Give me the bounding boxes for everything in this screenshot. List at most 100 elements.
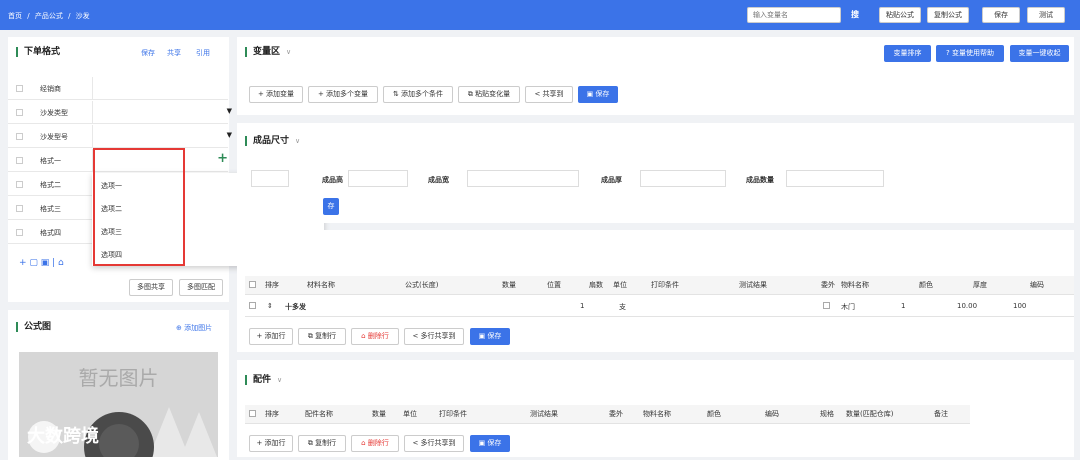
- thickness-cell[interactable]: 10.00: [957, 302, 977, 310]
- test-button[interactable]: 测试: [1027, 7, 1065, 23]
- breadcrumb-formula[interactable]: 产品公式: [35, 12, 63, 20]
- parts-save-button[interactable]: ▣ 保存: [470, 435, 510, 452]
- height-input[interactable]: [348, 170, 408, 187]
- row-checkbox[interactable]: [16, 133, 23, 140]
- format-row: 经销商: [8, 77, 228, 100]
- caret-down-icon: ▼: [226, 107, 232, 115]
- multi-row-share-label: 多行共享到: [420, 439, 456, 447]
- variable-area-title: 变量区 ∨: [245, 47, 291, 57]
- picture-placeholder: 暂无图片 大数跨境: [19, 352, 218, 457]
- share-to-label: 共享到: [542, 90, 564, 98]
- copy-row-button[interactable]: ⧉ 复制行: [298, 435, 346, 452]
- condition-icon: ⇅: [392, 90, 402, 98]
- format-row-label: 格式一: [40, 157, 61, 165]
- highlight-box: [93, 148, 185, 266]
- delete-row-button[interactable]: ⌂ 删除行: [351, 328, 399, 345]
- item-name-cell[interactable]: 木门: [841, 302, 855, 312]
- width-input[interactable]: [467, 170, 579, 187]
- format-tool-icons[interactable]: + ▢ ▣ | ⌂: [19, 258, 64, 268]
- order-format-save-link[interactable]: 保存: [141, 48, 155, 58]
- variable-sort-button[interactable]: 变量排序: [884, 45, 931, 62]
- variable-help-button[interactable]: ? 变量使用帮助: [936, 45, 1004, 62]
- row-checkbox[interactable]: [16, 85, 23, 92]
- material-name-cell[interactable]: 十多发: [285, 302, 306, 312]
- row-checkbox[interactable]: [16, 157, 23, 164]
- order-format-title: 下单格式: [16, 47, 60, 57]
- paste-variable-button[interactable]: ⧉ 粘贴变化量: [458, 86, 520, 103]
- top-bar: 首页 / 产品公式 / 沙发 搜 粘贴公式 复制公式 保存 测试: [0, 0, 1080, 30]
- thickness-input[interactable]: [640, 170, 726, 187]
- variable-area-label: 变量区: [253, 47, 281, 57]
- size-save-button[interactable]: 存: [323, 198, 339, 215]
- copy-row-button[interactable]: ⧉ 复制行: [298, 328, 346, 345]
- chevron-down-icon[interactable]: ∨: [277, 376, 282, 384]
- copy-row-label: 复制行: [315, 332, 337, 340]
- copy-formula-button[interactable]: 复制公式: [927, 7, 969, 23]
- order-format-share-link[interactable]: 共享: [167, 48, 181, 58]
- trash-icon: ⌂: [361, 332, 368, 340]
- add-row-button[interactable]: + 添加行: [249, 435, 293, 452]
- variable-search-input[interactable]: [747, 7, 841, 23]
- add-multi-condition-label: 添加多个条件: [401, 90, 444, 98]
- chevron-down-icon[interactable]: ∨: [295, 137, 300, 145]
- format-row-label: 沙发类型: [40, 109, 68, 117]
- row-checkbox[interactable]: [16, 205, 23, 212]
- col-qty-match: 数量(匹配仓库): [846, 410, 894, 418]
- outsource-checkbox[interactable]: [823, 302, 830, 309]
- format-row-label: 经销商: [40, 85, 61, 93]
- drag-handle-icon[interactable]: ⇕: [267, 302, 273, 310]
- save-button[interactable]: 保存: [982, 7, 1020, 23]
- breadcrumb: 首页 / 产品公式 / 沙发: [8, 11, 93, 21]
- breadcrumb-sep: /: [68, 12, 71, 20]
- add-row-button[interactable]: + 添加行: [249, 328, 293, 345]
- multi-row-share-button[interactable]: < 多行共享到: [404, 328, 464, 345]
- add-option-icon[interactable]: +: [217, 151, 228, 166]
- search-button[interactable]: 搜: [846, 7, 864, 23]
- add-multi-condition-button[interactable]: ⇅ 添加多个条件: [383, 86, 453, 103]
- row-checkbox[interactable]: [16, 109, 23, 116]
- unit-cell[interactable]: 支: [619, 302, 626, 312]
- format-value-select[interactable]: ▼: [92, 101, 236, 124]
- materials-save-label: 保存: [487, 332, 502, 340]
- breadcrumb-sep: /: [27, 12, 30, 20]
- share-to-button[interactable]: < 共享到: [525, 86, 573, 103]
- format-value-select[interactable]: ▼: [92, 125, 236, 148]
- col-material-name: 材料名称: [307, 281, 335, 289]
- materials-save-button[interactable]: ▣ 保存: [470, 328, 510, 345]
- multi-row-share-label: 多行共享到: [420, 332, 456, 340]
- row-checkbox[interactable]: [16, 181, 23, 188]
- chevron-down-icon[interactable]: ∨: [286, 48, 291, 56]
- breadcrumb-home[interactable]: 首页: [8, 12, 22, 20]
- col-outsource: 委外: [821, 281, 835, 289]
- add-multi-variable-button[interactable]: + 添加多个变量: [308, 86, 378, 103]
- multi-row-share-button[interactable]: < 多行共享到: [404, 435, 464, 452]
- col-quantity: 数量: [372, 410, 386, 418]
- col-print-condition: 打印条件: [439, 410, 467, 418]
- variable-collapse-button[interactable]: 变量一键收起: [1010, 45, 1069, 62]
- multi-image-match-button[interactable]: 多图匹配: [179, 279, 223, 296]
- size-field-box[interactable]: [251, 170, 289, 187]
- table-row: ⇕ 十多发 1 支 木门 1 10.00 100: [245, 296, 1074, 317]
- color-cell[interactable]: 1: [901, 302, 905, 310]
- select-all-checkbox[interactable]: [249, 281, 256, 288]
- quantity-input[interactable]: [786, 170, 884, 187]
- row-checkbox[interactable]: [249, 302, 256, 309]
- paste-formula-button[interactable]: 粘贴公式: [879, 7, 921, 23]
- order-format-cite-link[interactable]: 引用: [196, 48, 210, 58]
- add-picture-link[interactable]: ⊕ 添加图片: [176, 323, 212, 333]
- delete-row-button[interactable]: ⌂ 删除行: [351, 435, 399, 452]
- watermark-text: 大数跨境: [27, 426, 99, 447]
- row-checkbox[interactable]: [16, 229, 23, 236]
- variable-save-button[interactable]: ▣ 保存: [578, 86, 618, 103]
- col-unit: 单位: [613, 281, 627, 289]
- multi-image-share-button[interactable]: 多图共享: [129, 279, 173, 296]
- add-variable-button[interactable]: + 添加变量: [249, 86, 303, 103]
- col-thickness: 厚度: [973, 281, 987, 289]
- format-value-field[interactable]: [92, 77, 236, 100]
- code-cell[interactable]: 100: [1013, 302, 1026, 310]
- delete-row-label: 删除行: [367, 332, 389, 340]
- paste-variable-label: 粘贴变化量: [475, 90, 511, 98]
- select-all-checkbox[interactable]: [249, 410, 256, 417]
- caret-down-icon: ▼: [226, 131, 232, 139]
- pieces-cell[interactable]: 1: [580, 302, 584, 310]
